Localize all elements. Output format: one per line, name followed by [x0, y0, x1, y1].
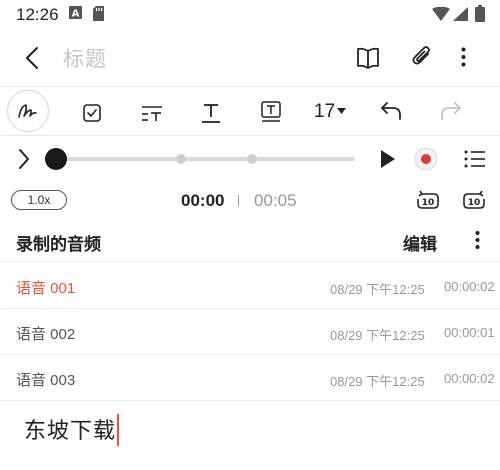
- recording-date: 08/29 下午12:25: [330, 282, 425, 297]
- wifi-icon: [432, 7, 450, 21]
- text-box-icon[interactable]: [260, 101, 282, 123]
- progress-track[interactable]: [53, 157, 355, 161]
- signal-icon: [453, 7, 468, 21]
- undo-icon[interactable]: [380, 101, 402, 121]
- recording-item[interactable]: 语音 001 08/29 下午12:25 00:00:02: [0, 263, 500, 309]
- recording-name: 语音 002: [16, 326, 76, 343]
- list-icon[interactable]: [464, 150, 486, 168]
- recording-duration: 00:00:02: [444, 279, 495, 294]
- recordings-title: 录制的音频: [16, 235, 101, 254]
- note-body-text: 东坡下载: [24, 418, 117, 443]
- app-header: 标题: [0, 30, 500, 86]
- more-menu-icon[interactable]: [461, 47, 466, 67]
- attachment-icon[interactable]: [410, 44, 434, 70]
- recordings-more-icon[interactable]: [475, 231, 480, 249]
- font-size-selector[interactable]: 17: [314, 101, 335, 123]
- text-underline-icon[interactable]: [201, 102, 221, 124]
- status-bar: 12:26 A: [0, 0, 500, 30]
- progress-marker: [176, 154, 186, 164]
- recording-name: 语音 003: [16, 372, 76, 389]
- current-time: 00:00: [181, 191, 225, 210]
- recording-duration: 00:00:01: [444, 325, 495, 340]
- play-icon[interactable]: [380, 150, 396, 168]
- note-title[interactable]: 标题: [63, 43, 107, 73]
- playback-speed-button[interactable]: 1.0x: [11, 190, 67, 210]
- edit-button[interactable]: 编辑: [403, 230, 437, 255]
- note-body-editor[interactable]: 东坡下载: [24, 413, 120, 446]
- expand-chevron-icon[interactable]: [18, 148, 30, 170]
- time-divider: [238, 195, 239, 206]
- audio-player: [0, 136, 500, 184]
- total-time: 00:05: [254, 191, 297, 210]
- dropdown-arrow-icon[interactable]: [337, 108, 346, 114]
- recordings-header: 录制的音频 编辑: [0, 218, 500, 262]
- book-icon[interactable]: [356, 47, 380, 69]
- forward-10-icon[interactable]: 10: [462, 190, 486, 210]
- status-time: 12:26: [16, 5, 59, 24]
- sd-card-icon: [93, 6, 104, 21]
- svg-text:10: 10: [422, 198, 435, 208]
- heading-style-icon[interactable]: [140, 104, 164, 122]
- progress-marker: [247, 154, 257, 164]
- checkbox-icon[interactable]: [83, 104, 101, 122]
- time-row: 1.0x 00:00 00:05 10 10: [0, 184, 500, 218]
- text-cursor: [117, 414, 120, 446]
- rewind-10-icon[interactable]: 10: [416, 190, 440, 210]
- recording-item[interactable]: 语音 003 08/29 下午12:25 00:00:02: [0, 355, 500, 401]
- record-button[interactable]: [414, 147, 438, 171]
- handwriting-button[interactable]: [7, 90, 49, 132]
- redo-icon[interactable]: [440, 101, 462, 121]
- recording-duration: 00:00:02: [444, 371, 495, 386]
- recording-date: 08/29 下午12:25: [330, 374, 425, 389]
- battery-icon: [475, 5, 485, 22]
- format-toolbar: 17: [0, 86, 500, 136]
- progress-handle[interactable]: [45, 148, 67, 170]
- svg-text:A: A: [72, 9, 80, 20]
- font-notification-icon: A: [69, 6, 82, 19]
- recording-date: 08/29 下午12:25: [330, 328, 425, 343]
- svg-text:10: 10: [468, 198, 481, 208]
- recording-name: 语音 001: [16, 280, 76, 297]
- recording-item[interactable]: 语音 002 08/29 下午12:25 00:00:01: [0, 309, 500, 355]
- back-arrow-icon[interactable]: [25, 46, 39, 70]
